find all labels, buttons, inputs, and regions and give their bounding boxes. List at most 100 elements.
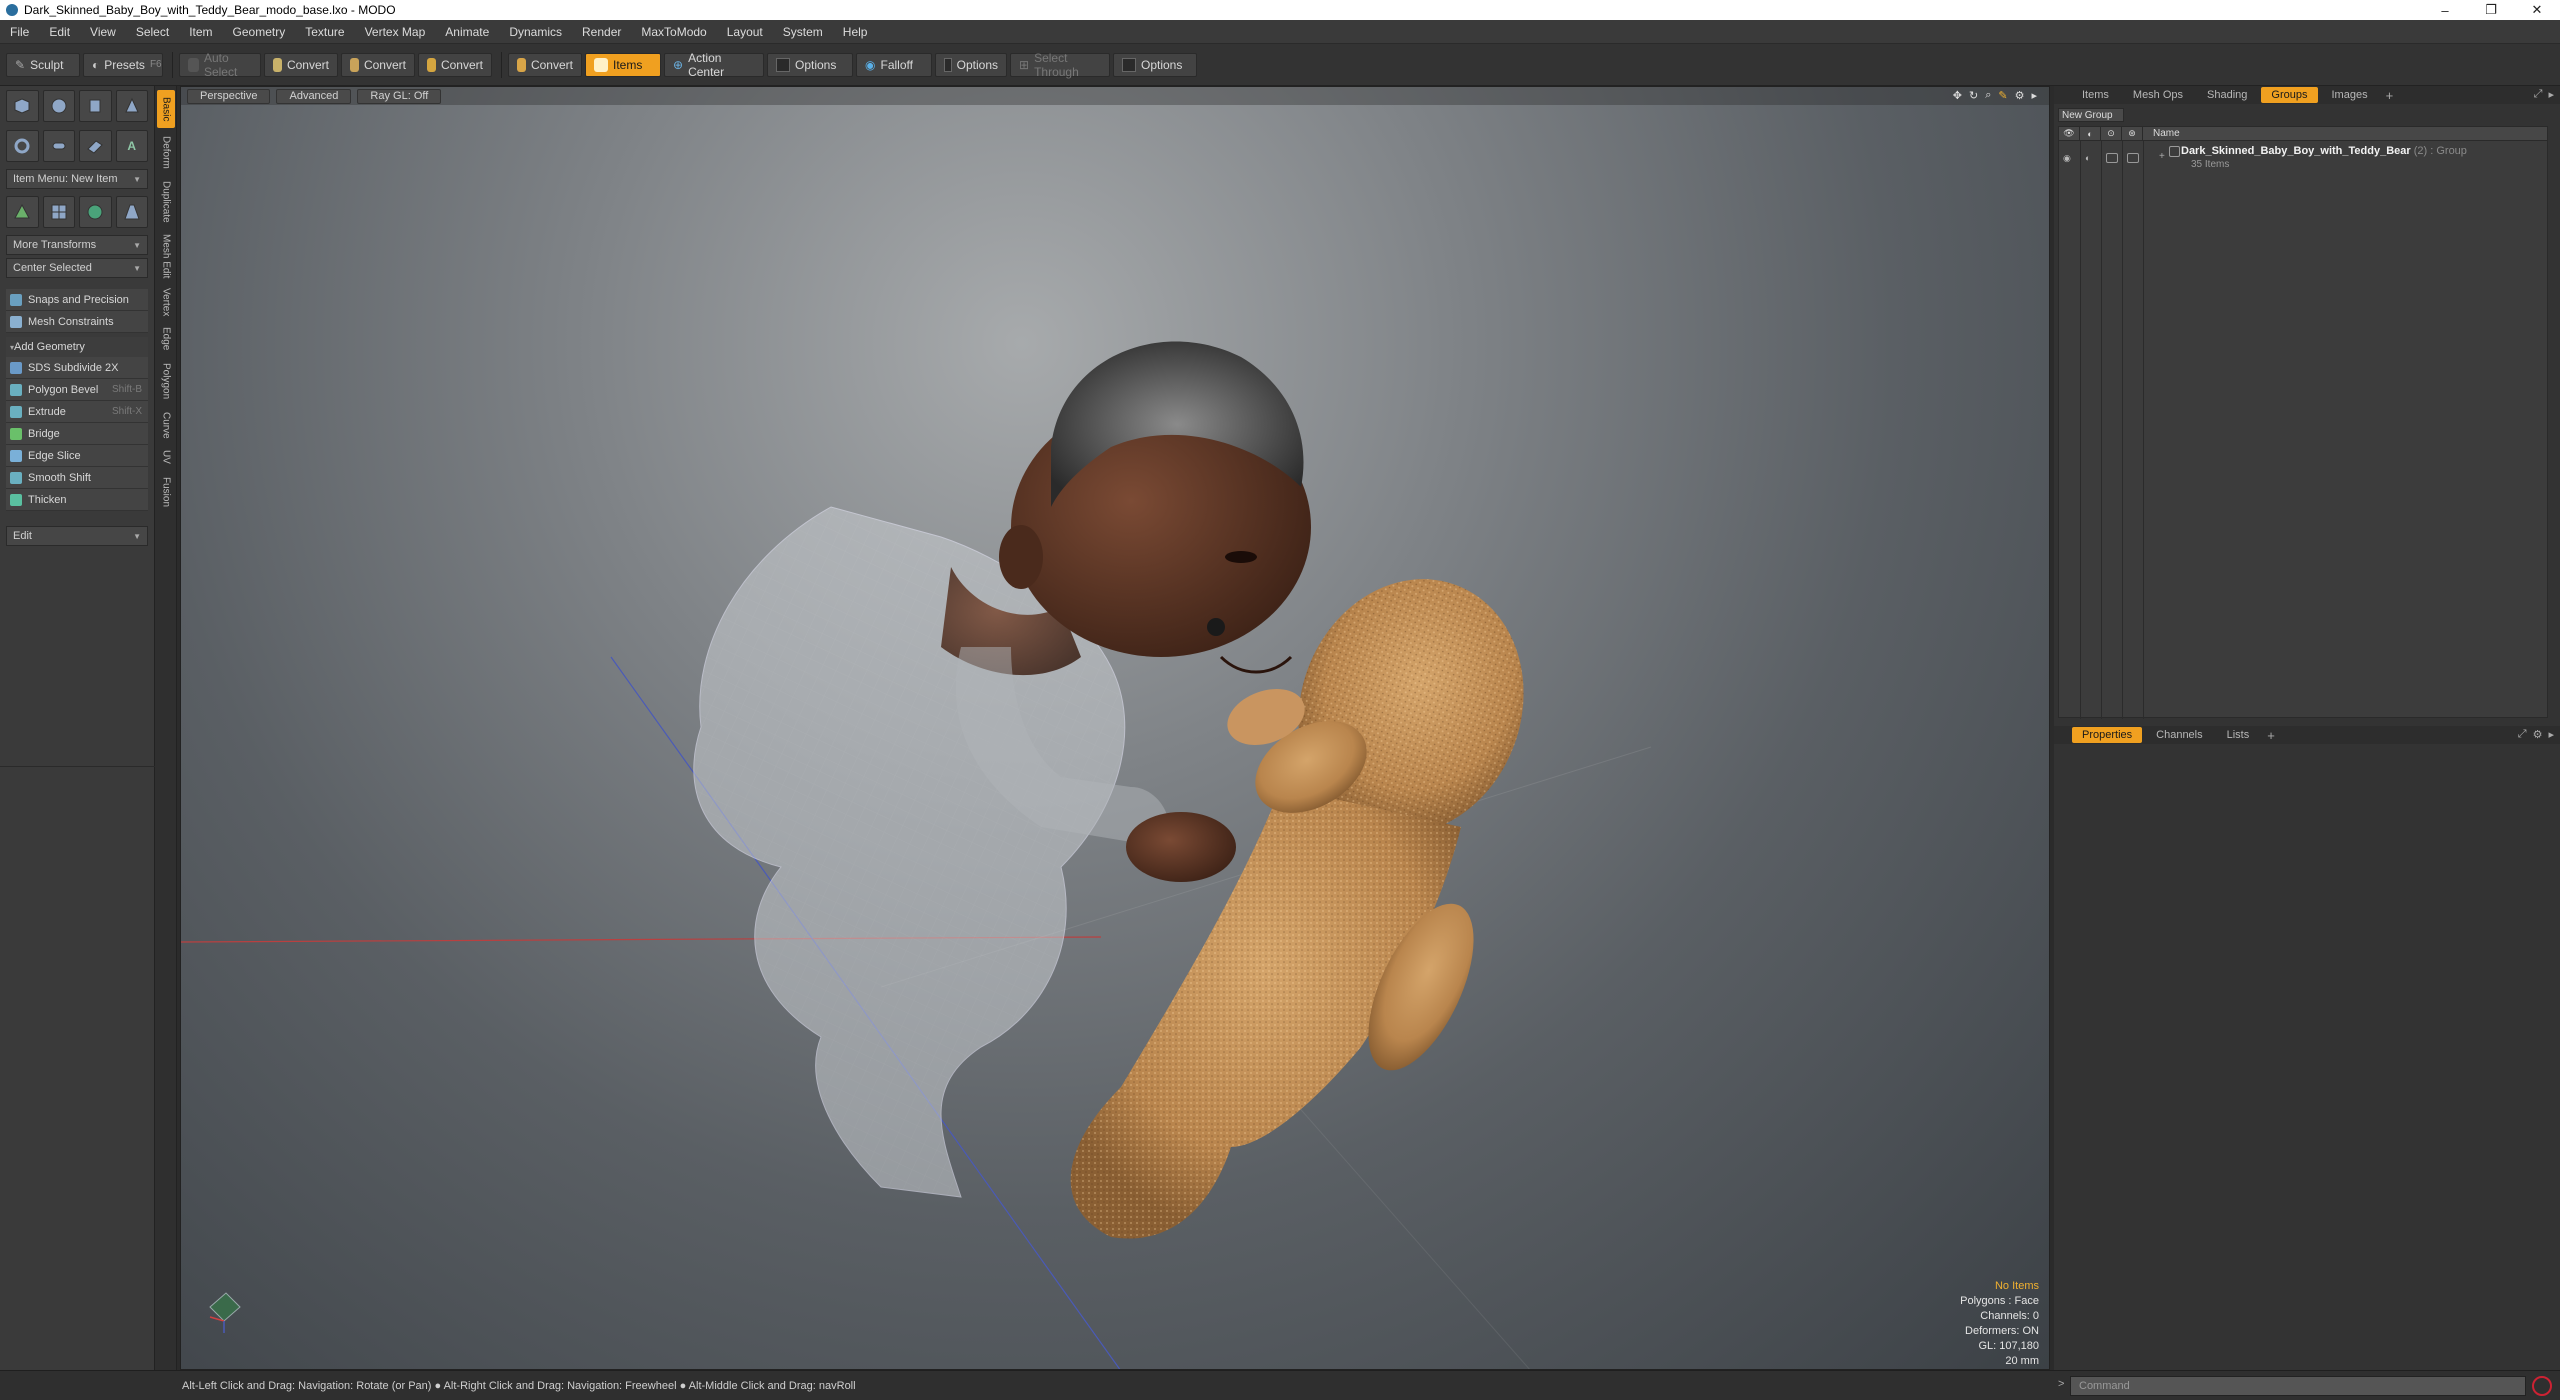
sculpt-button[interactable]: ✎ Sculpt bbox=[6, 52, 80, 77]
cone-tool[interactable] bbox=[115, 90, 148, 122]
render-toggle-icon[interactable]: ◐ bbox=[2085, 153, 2097, 163]
light-tool[interactable] bbox=[115, 196, 148, 228]
menu-render[interactable]: Render bbox=[572, 20, 631, 44]
name-column-header[interactable]: Name bbox=[2143, 128, 2180, 139]
shading-advanced-dropdown[interactable]: Advanced bbox=[276, 88, 352, 104]
cylinder-tool[interactable] bbox=[79, 90, 112, 122]
maximize-button[interactable]: ❐ bbox=[2468, 0, 2514, 20]
extrude-button[interactable]: Extrude Shift-X bbox=[6, 401, 148, 423]
locator-tool[interactable] bbox=[6, 196, 39, 228]
perspective-dropdown[interactable]: Perspective bbox=[187, 88, 271, 104]
bridge-button[interactable]: Bridge bbox=[6, 423, 148, 445]
lock-column-icon[interactable]: ⊙ bbox=[2101, 126, 2122, 141]
menu-select[interactable]: Select bbox=[126, 20, 179, 44]
settings-gear-icon[interactable]: ⚙ bbox=[2015, 89, 2025, 102]
item-menu-dropdown[interactable]: Item Menu: New Item ▼ bbox=[6, 169, 148, 189]
close-button[interactable]: ✕ bbox=[2514, 0, 2560, 20]
options-button-2[interactable]: Options bbox=[935, 52, 1007, 77]
rotate-view-icon[interactable]: ↻ bbox=[1969, 89, 1978, 102]
add-tab-icon[interactable]: + bbox=[2382, 88, 2398, 103]
tab-vertex[interactable]: Vertex bbox=[157, 284, 175, 320]
auto-select-button[interactable]: Auto Select bbox=[179, 51, 261, 79]
3d-viewport[interactable]: Perspective Advanced Ray GL: Off ✥ ↻ ⌕ ✎… bbox=[180, 86, 2050, 1370]
select-through-button[interactable]: ⊞ Select Through bbox=[1010, 51, 1110, 79]
capsule-tool[interactable] bbox=[42, 130, 75, 162]
menu-item[interactable]: Item bbox=[179, 20, 222, 44]
render-column-icon[interactable]: ◐ bbox=[2080, 126, 2101, 141]
tab-groups[interactable]: Groups bbox=[2261, 87, 2318, 103]
options-checkbox-1[interactable] bbox=[776, 57, 790, 72]
options-button-1[interactable]: Options bbox=[767, 52, 853, 77]
grid-tool[interactable] bbox=[42, 196, 75, 228]
menu-texture[interactable]: Texture bbox=[295, 20, 354, 44]
tab-mesh-edit[interactable]: Mesh Edit bbox=[157, 232, 175, 280]
brush-view-icon[interactable]: ✎ bbox=[1998, 89, 2007, 102]
add-geometry-header[interactable]: ▾ Add Geometry bbox=[6, 337, 148, 357]
environment-tool[interactable] bbox=[79, 196, 112, 228]
action-center-button[interactable]: ⊕ Action Center bbox=[664, 51, 764, 79]
menu-help[interactable]: Help bbox=[833, 20, 878, 44]
tab-mesh-ops[interactable]: Mesh Ops bbox=[2123, 87, 2193, 103]
menu-vertex-map[interactable]: Vertex Map bbox=[355, 20, 436, 44]
items-mode-button[interactable]: Items bbox=[585, 52, 661, 77]
tab-lists[interactable]: Lists bbox=[2217, 727, 2260, 743]
mesh-constraints-button[interactable]: Mesh Constraints bbox=[6, 311, 148, 333]
text-tool[interactable]: A bbox=[115, 130, 148, 162]
tab-fusion[interactable]: Fusion bbox=[157, 472, 175, 512]
tab-channels[interactable]: Channels bbox=[2146, 727, 2212, 743]
tab-images[interactable]: Images bbox=[2322, 87, 2378, 103]
polygon-bevel-button[interactable]: Polygon Bevel Shift-B bbox=[6, 379, 148, 401]
options-checkbox-3[interactable] bbox=[1122, 57, 1136, 72]
options-button-3[interactable]: Options bbox=[1113, 52, 1197, 77]
menu-animate[interactable]: Animate bbox=[435, 20, 499, 44]
settings-gear-icon[interactable]: ⚙ bbox=[2533, 728, 2543, 741]
panel-arrow-icon[interactable]: ▸ bbox=[2548, 728, 2554, 741]
command-history-icon[interactable] bbox=[2532, 1376, 2552, 1396]
presets-button[interactable]: ◐ Presets F6 bbox=[83, 52, 163, 77]
convert-polygons-button[interactable]: Convert bbox=[418, 52, 492, 77]
menu-maxtomodo[interactable]: MaxToModo bbox=[631, 20, 716, 44]
more-transforms-dropdown[interactable]: More Transforms ▼ bbox=[6, 235, 148, 255]
menu-system[interactable]: System bbox=[773, 20, 833, 44]
visibility-column-icon[interactable]: 👁 bbox=[2059, 126, 2080, 141]
expand-icon[interactable]: + bbox=[2159, 151, 2165, 162]
maximize-panel-icon[interactable]: ⤢ bbox=[2518, 728, 2527, 741]
minimize-button[interactable]: – bbox=[2422, 0, 2468, 20]
panel-arrow-icon[interactable]: ▸ bbox=[2548, 88, 2554, 101]
group-row[interactable]: ◉ ◐ + Dark_Skinned_Baby_Boy_with_Teddy_B… bbox=[2059, 145, 2547, 177]
torus-tool[interactable] bbox=[6, 130, 39, 162]
menu-geometry[interactable]: Geometry bbox=[223, 20, 296, 44]
expand-arrow-icon[interactable]: ▸ bbox=[2031, 89, 2037, 102]
tab-deform[interactable]: Deform bbox=[157, 132, 175, 172]
tab-curve[interactable]: Curve bbox=[157, 408, 175, 442]
lock-toggle-icon[interactable] bbox=[2106, 153, 2118, 163]
falloff-button[interactable]: ◉ Falloff bbox=[856, 52, 932, 77]
convert-vertices-button[interactable]: Convert bbox=[264, 52, 338, 77]
tab-polygon[interactable]: Polygon bbox=[157, 358, 175, 404]
thicken-button[interactable]: Thicken bbox=[6, 489, 148, 511]
plane-tool[interactable] bbox=[79, 130, 112, 162]
maximize-panel-icon[interactable]: ⤢ bbox=[2534, 88, 2543, 101]
menu-layout[interactable]: Layout bbox=[717, 20, 773, 44]
command-input[interactable]: Command bbox=[2070, 1376, 2526, 1396]
tab-basic[interactable]: Basic bbox=[157, 90, 175, 128]
convert-edges-button[interactable]: Convert bbox=[341, 52, 415, 77]
sphere-tool[interactable] bbox=[42, 90, 75, 122]
tab-properties[interactable]: Properties bbox=[2072, 727, 2143, 743]
menu-edit[interactable]: Edit bbox=[39, 20, 80, 44]
cube-tool[interactable] bbox=[6, 90, 39, 122]
menu-view[interactable]: View bbox=[80, 20, 126, 44]
add-tab-icon[interactable]: + bbox=[2263, 728, 2279, 743]
tab-shading[interactable]: Shading bbox=[2197, 87, 2257, 103]
menu-dynamics[interactable]: Dynamics bbox=[499, 20, 572, 44]
options-checkbox-2[interactable] bbox=[944, 57, 952, 72]
select-toggle-icon[interactable] bbox=[2127, 153, 2139, 163]
move-view-icon[interactable]: ✥ bbox=[1953, 89, 1962, 102]
visibility-eye-icon[interactable]: ◉ bbox=[2063, 153, 2075, 163]
zoom-view-icon[interactable]: ⌕ bbox=[1985, 89, 1991, 102]
sds-subdivide-button[interactable]: SDS Subdivide 2X bbox=[6, 357, 148, 379]
tab-duplicate[interactable]: Duplicate bbox=[157, 176, 175, 228]
new-group-button[interactable]: New Group bbox=[2058, 108, 2124, 122]
select-column-icon[interactable]: ⊛ bbox=[2122, 126, 2143, 141]
snaps-button[interactable]: Snaps and Precision bbox=[6, 289, 148, 311]
